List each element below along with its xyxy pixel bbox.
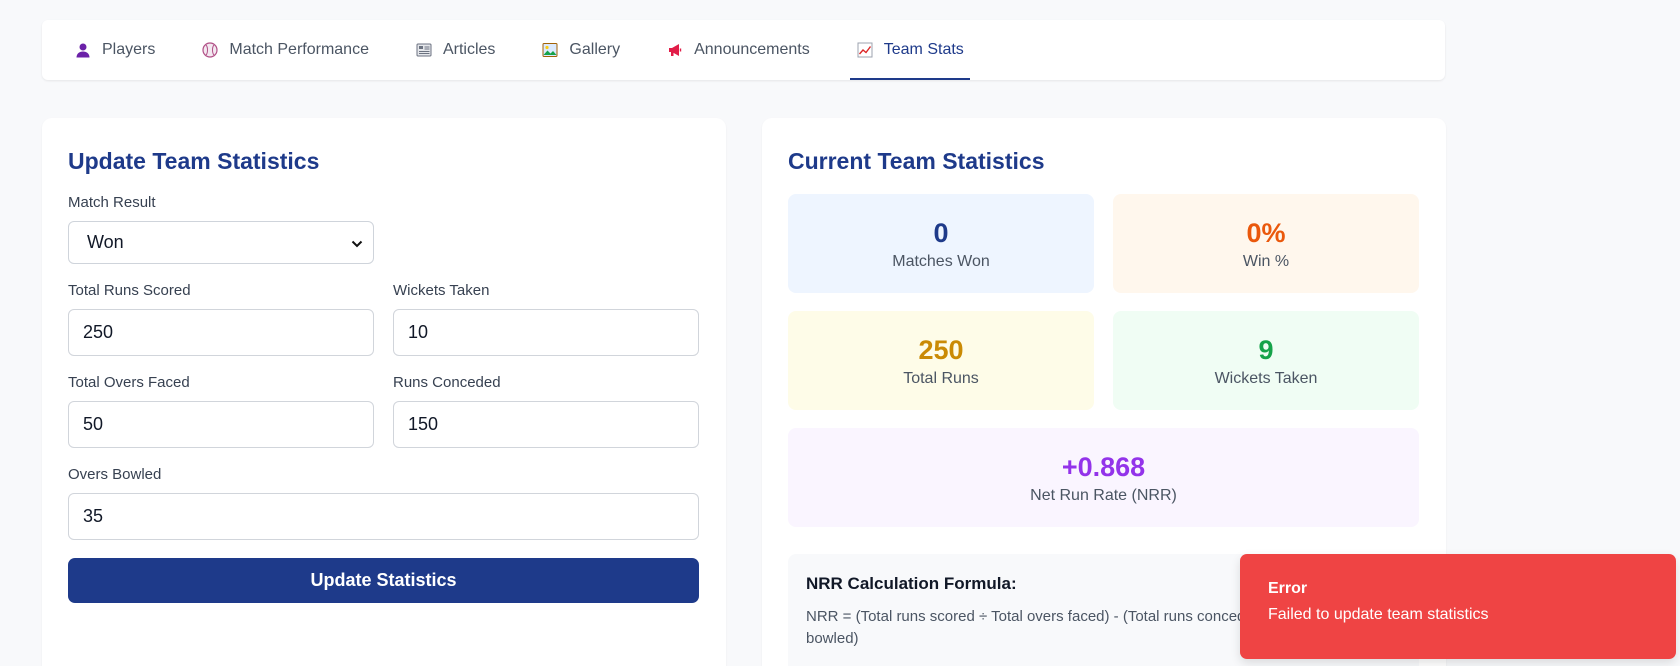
megaphone-icon bbox=[666, 41, 684, 59]
nrr-value: +0.868 bbox=[1061, 451, 1146, 482]
overs-faced-input[interactable]: 50 bbox=[68, 401, 374, 448]
overs-faced-label: Total Overs Faced bbox=[68, 374, 190, 391]
overs-bowled-label: Overs Bowled bbox=[68, 466, 162, 483]
win-percent-value: 0% bbox=[1246, 217, 1286, 248]
tab-label: Gallery bbox=[569, 41, 621, 58]
tab-label: Match Performance bbox=[229, 41, 369, 58]
total-runs-stat: 250 Total Runs bbox=[788, 311, 1094, 410]
win-percent-caption: Win % bbox=[1242, 252, 1290, 270]
tab-label: Announcements bbox=[694, 41, 810, 58]
total-runs-label: Total Runs Scored bbox=[68, 282, 191, 299]
tab-players[interactable]: Players bbox=[74, 20, 155, 80]
total-runs-input[interactable]: 250 bbox=[68, 309, 374, 356]
form-title: Update Team Statistics bbox=[68, 148, 320, 174]
overs-bowled-input[interactable]: 35 bbox=[68, 493, 699, 540]
nrr-caption: Net Run Rate (NRR) bbox=[1030, 486, 1177, 504]
picture-icon bbox=[541, 41, 559, 59]
wickets-taken-input[interactable]: 10 bbox=[393, 309, 699, 356]
tab-label: Players bbox=[102, 41, 156, 58]
chevron-down-icon bbox=[351, 232, 363, 253]
update-stats-card: Update Team Statistics Match Result Won … bbox=[42, 118, 726, 666]
tab-label: Articles bbox=[442, 41, 496, 58]
person-icon bbox=[74, 41, 92, 59]
wickets-stat: 9 Wickets Taken bbox=[1113, 311, 1419, 410]
runs-conceded-input[interactable]: 150 bbox=[393, 401, 699, 448]
tab-bar: Players Match Performance Articles Galle… bbox=[42, 20, 1445, 80]
tab-match-performance[interactable]: Match Performance bbox=[201, 20, 369, 80]
match-result-value: Won bbox=[87, 232, 124, 252]
tab-label: Team Stats bbox=[883, 41, 964, 58]
match-result-label: Match Result bbox=[68, 194, 156, 211]
newspaper-icon bbox=[415, 41, 433, 59]
matches-won-stat: 0 Matches Won bbox=[788, 194, 1094, 293]
toast-title: Error bbox=[1268, 580, 1308, 597]
runs-conceded-label: Runs Conceded bbox=[393, 374, 501, 391]
tab-team-stats[interactable]: Team Stats bbox=[849, 20, 970, 80]
tab-articles[interactable]: Articles bbox=[415, 20, 495, 80]
tab-gallery[interactable]: Gallery bbox=[541, 20, 620, 80]
chart-icon bbox=[856, 41, 874, 59]
wickets-caption: Wickets Taken bbox=[1214, 369, 1318, 387]
matches-won-value: 0 bbox=[933, 217, 949, 248]
toast-message: Failed to update team statistics bbox=[1268, 606, 1489, 623]
ball-icon bbox=[201, 41, 219, 59]
win-percent-stat: 0% Win % bbox=[1113, 194, 1419, 293]
wickets-value: 9 bbox=[1258, 334, 1274, 365]
matches-won-caption: Matches Won bbox=[892, 252, 990, 270]
wickets-taken-label: Wickets Taken bbox=[393, 282, 490, 299]
total-runs-value: 250 bbox=[918, 334, 964, 365]
update-statistics-button[interactable]: Update Statistics bbox=[68, 558, 699, 603]
error-toast[interactable]: Error Failed to update team statistics bbox=[1240, 554, 1676, 659]
total-runs-caption: Total Runs bbox=[903, 369, 979, 387]
tab-announcements[interactable]: Announcements bbox=[666, 20, 810, 80]
stats-title: Current Team Statistics bbox=[788, 148, 1045, 174]
nrr-stat: +0.868 Net Run Rate (NRR) bbox=[788, 428, 1419, 527]
match-result-select[interactable]: Won bbox=[68, 221, 374, 264]
